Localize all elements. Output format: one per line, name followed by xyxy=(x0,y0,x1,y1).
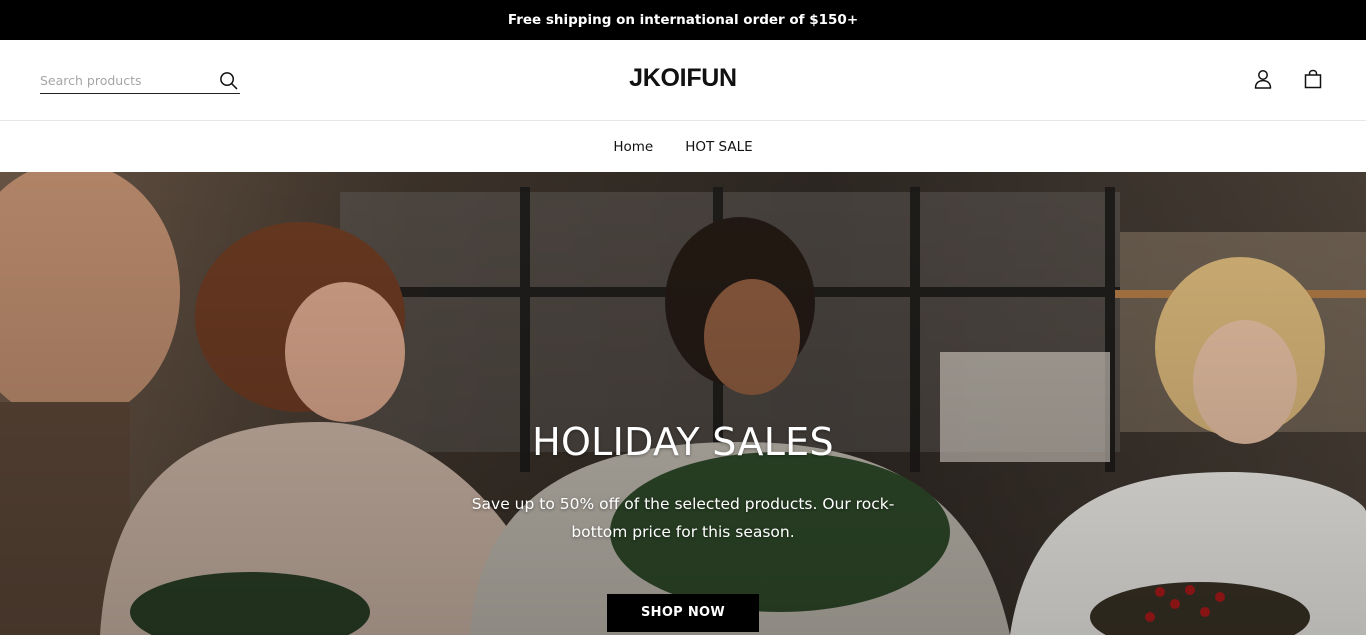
announcement-text: Free shipping on international order of … xyxy=(507,12,859,28)
site-logo[interactable]: JKOIFUN xyxy=(0,64,1366,93)
main-nav: Home HOT SALE xyxy=(0,121,1366,172)
announcement-bar: Free shipping on international order of … xyxy=(0,0,1366,40)
shop-now-button[interactable]: SHOP NOW xyxy=(607,594,759,632)
site-header: JKOIFUN xyxy=(0,40,1366,121)
account-icon[interactable] xyxy=(1252,68,1274,90)
logo-text[interactable]: JKOIFUN xyxy=(629,64,737,93)
header-actions xyxy=(1252,68,1324,90)
hero-content: HOLIDAY SALES Save up to 50% off of the … xyxy=(0,420,1366,632)
hero-title: HOLIDAY SALES xyxy=(532,420,834,464)
nav-item-hot-sale[interactable]: HOT SALE xyxy=(685,139,752,155)
nav-item-home[interactable]: Home xyxy=(613,139,653,155)
hero-banner: HOLIDAY SALES Save up to 50% off of the … xyxy=(0,172,1366,635)
hero-subtitle: Save up to 50% off of the selected produ… xyxy=(471,495,895,541)
cart-icon[interactable] xyxy=(1302,68,1324,90)
